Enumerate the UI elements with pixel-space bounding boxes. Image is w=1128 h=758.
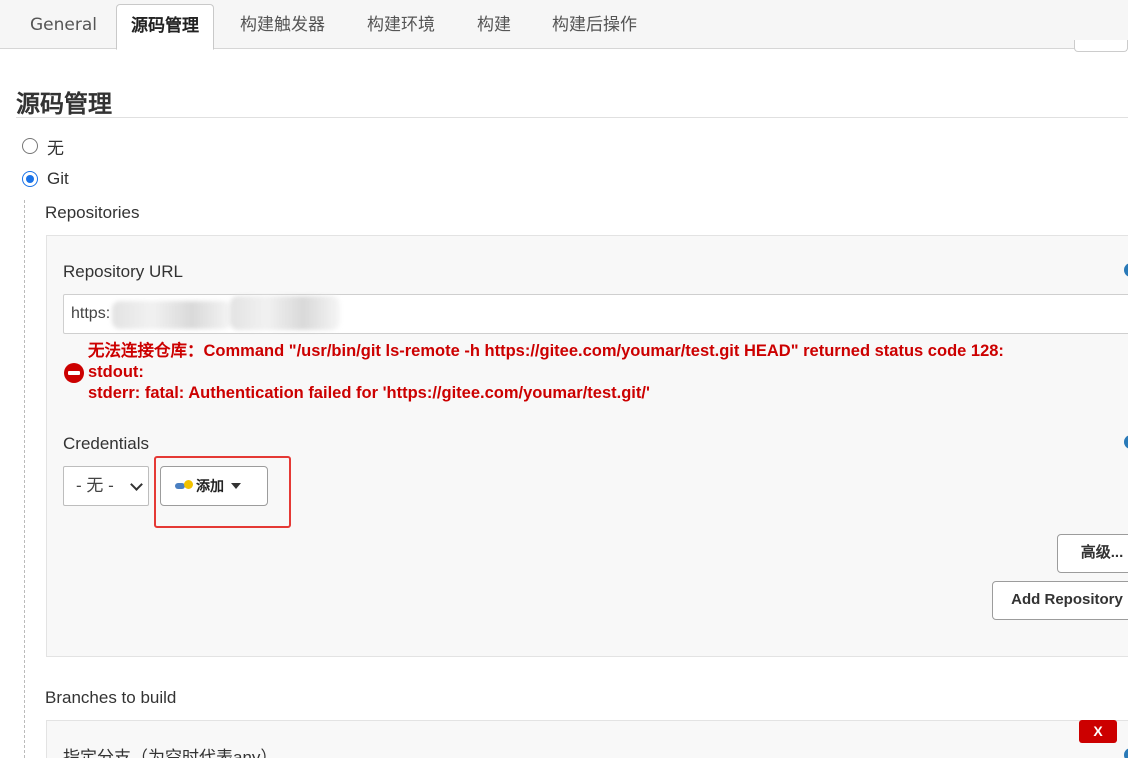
credentials-label: Credentials (63, 434, 149, 453)
credentials-selected-value: - 无 - (76, 476, 114, 495)
tab-build-triggers[interactable]: 构建触发器 (226, 0, 339, 49)
git-options-guide (24, 200, 25, 758)
radio-git-option[interactable]: Git (22, 168, 69, 190)
tab-build[interactable]: 构建 (463, 0, 525, 49)
advanced-button[interactable]: 高级... (1057, 534, 1128, 573)
tabbar-edge (1074, 40, 1128, 52)
repository-url-label: Repository URL (63, 262, 183, 281)
tab-post-build-actions[interactable]: 构建后操作 (538, 0, 651, 49)
branch-specifier-label: 指定分支（为空时代表any） (63, 748, 278, 758)
delete-branch-button[interactable]: X (1079, 720, 1117, 743)
repositories-label: Repositories (45, 203, 140, 222)
tab-source-code-management[interactable]: 源码管理 (116, 4, 214, 50)
add-repository-button[interactable]: Add Repository (992, 581, 1128, 620)
radio-git-label: Git (47, 169, 69, 188)
section-divider (16, 117, 1128, 118)
tab-general[interactable]: General (16, 0, 111, 49)
radio-none-option[interactable]: 无 (22, 135, 64, 158)
repository-error-message: 无法连接仓库：Command "/usr/bin/git ls-remote -… (88, 342, 1004, 402)
tab-build-environment[interactable]: 构建环境 (353, 0, 449, 49)
radio-none[interactable] (22, 138, 38, 154)
chevron-down-icon (130, 478, 143, 491)
tab-bar: General 源码管理 构建触发器 构建环境 构建 构建后操作 (0, 0, 1128, 52)
redaction-blur (230, 296, 340, 330)
section-title: 源码管理 (16, 90, 112, 118)
branches-to-build-label: Branches to build (45, 688, 177, 707)
redaction-blur (112, 301, 232, 329)
radio-none-label: 无 (47, 138, 64, 158)
radio-git[interactable] (22, 171, 38, 187)
credentials-select[interactable]: - 无 - (63, 466, 149, 506)
highlight-annotation (154, 456, 291, 528)
error-icon (64, 363, 84, 383)
